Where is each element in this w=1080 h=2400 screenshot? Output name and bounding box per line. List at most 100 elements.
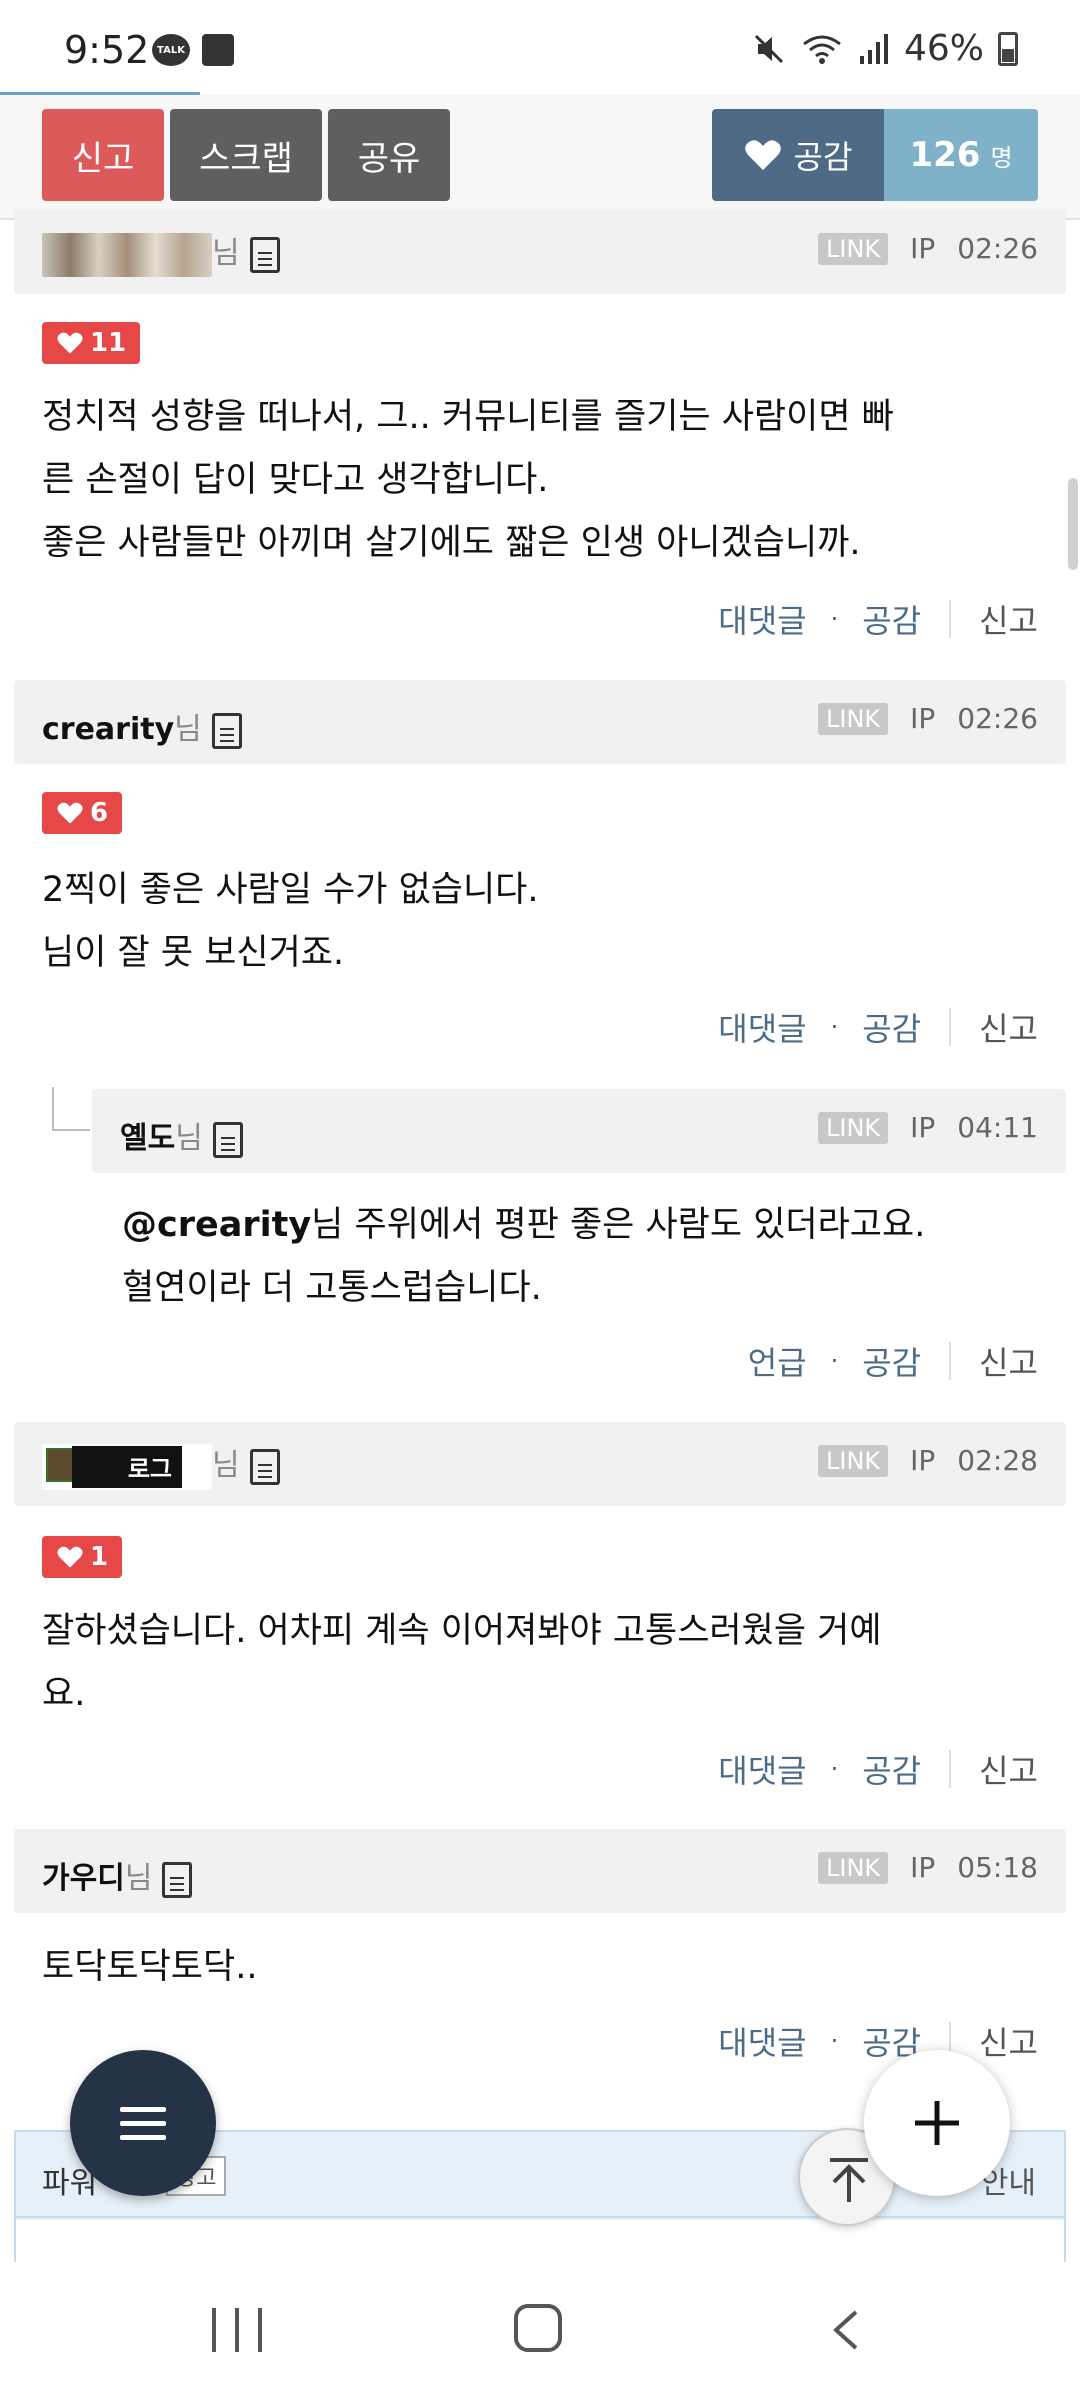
comment-author[interactable]: 님 xyxy=(42,228,280,277)
reply-header: 옐도님 LINK IP 04:11 xyxy=(92,1089,1066,1173)
report-button[interactable]: 신고 xyxy=(42,109,164,201)
reply-link[interactable]: 대댓글 xyxy=(718,2018,806,2064)
link-badge[interactable]: LINK xyxy=(818,1444,889,1477)
comment-like-count: 1 xyxy=(90,1542,109,1572)
comment-author[interactable]: 옐도님 xyxy=(120,1113,243,1158)
battery-percent: 46% xyxy=(903,28,984,69)
divider xyxy=(949,600,952,638)
comment-meta: LINK IP 02:26 xyxy=(818,232,1038,265)
document-icon[interactable] xyxy=(249,1448,280,1485)
link-badge[interactable]: LINK xyxy=(818,1851,889,1884)
comment-author[interactable]: 로그 님 xyxy=(42,1440,280,1490)
like-button[interactable]: 공감 xyxy=(712,109,884,201)
link-badge[interactable]: LINK xyxy=(818,702,889,735)
comment-line: 잘하셨습니다. 어차피 계속 이어져봐야 고통스러웠을 거예 xyxy=(42,1611,882,1651)
comment-like-count: 6 xyxy=(90,798,109,828)
battery-icon xyxy=(998,31,1018,66)
report-link[interactable]: 신고 xyxy=(979,596,1038,642)
separator-dot: · xyxy=(830,2027,839,2055)
report-link[interactable]: 신고 xyxy=(979,1746,1038,1792)
comment-body: 잘하셨습니다. 어차피 계속 이어져봐야 고통스러웠을 거예 요. xyxy=(42,1600,1042,1726)
recents-button[interactable] xyxy=(212,2308,262,2352)
comment-author-name: crearity xyxy=(42,712,175,747)
like-link[interactable]: 공감 xyxy=(862,596,921,642)
home-button[interactable] xyxy=(514,2304,562,2352)
comment-actions: 대댓글 · 공감 신고 xyxy=(718,2018,1038,2064)
separator-dot: · xyxy=(830,1347,839,1375)
comment-body: 토닥토닥토닥.. xyxy=(42,1936,1042,1999)
scrollbar-thumb[interactable] xyxy=(1068,478,1078,570)
like-count-unit: 명 xyxy=(990,143,1013,172)
post-toolbar: 신고 스크랩 공유 공감 126 명 xyxy=(0,95,1080,220)
divider xyxy=(949,1750,952,1788)
reply-link[interactable]: 대댓글 xyxy=(718,1004,806,1050)
power-link-body[interactable] xyxy=(16,2220,1064,2264)
back-button[interactable] xyxy=(828,2308,864,2352)
mention-action-link[interactable]: 언급 xyxy=(748,1338,807,1384)
reply-connector xyxy=(52,1087,90,1131)
share-button[interactable]: 공유 xyxy=(328,109,450,201)
report-link[interactable]: 신고 xyxy=(979,1338,1038,1384)
comment-header: 가우디님 LINK IP 05:18 xyxy=(14,1829,1066,1913)
ip-label: IP xyxy=(910,702,936,735)
comment-time: 05:18 xyxy=(957,1851,1038,1884)
like-link[interactable]: 공감 xyxy=(862,1746,921,1792)
hamburger-line xyxy=(120,2120,166,2126)
recents-icon-bar xyxy=(235,2308,239,2352)
comment-time: 02:28 xyxy=(957,1444,1038,1477)
document-icon[interactable] xyxy=(212,1121,243,1158)
comment-author[interactable]: crearity님 xyxy=(42,704,242,749)
comment-line: @crearity님 주위에서 평판 좋은 사람도 있더라고요. xyxy=(122,1194,1042,1257)
comment-meta: LINK IP 05:18 xyxy=(818,1851,1038,1884)
like-label: 공감 xyxy=(793,138,853,176)
document-icon[interactable] xyxy=(162,1861,193,1898)
document-icon[interactable] xyxy=(249,236,280,273)
separator-dot: · xyxy=(830,1013,839,1041)
report-link[interactable]: 신고 xyxy=(979,1004,1038,1050)
comment-line: 님이 잘 못 보신거죠. xyxy=(42,933,345,973)
reply-link[interactable]: 대댓글 xyxy=(718,596,806,642)
divider xyxy=(949,1008,952,1046)
comment-time: 02:26 xyxy=(957,702,1038,735)
divider xyxy=(949,1342,952,1380)
heart-icon xyxy=(57,1546,83,1568)
document-icon[interactable] xyxy=(211,712,242,749)
comment-author-name: 가우디 xyxy=(42,1861,125,1896)
signal-icon xyxy=(859,33,888,64)
comment-author[interactable]: 가우디님 xyxy=(42,1853,193,1898)
hamburger-line xyxy=(120,2134,166,2140)
comment-line: 토닥토닥토닥.. xyxy=(42,1947,258,1987)
avatar-logo-text: 로그 xyxy=(72,1445,182,1488)
scrap-button[interactable]: 스크랩 xyxy=(170,109,322,201)
system-nav-bar xyxy=(0,2262,1080,2400)
ip-label: IP xyxy=(910,1444,936,1477)
like-box: 공감 126 명 xyxy=(712,109,1038,201)
link-badge[interactable]: LINK xyxy=(818,1111,889,1144)
comment-header: 로그 님 LINK IP 02:28 xyxy=(14,1422,1066,1506)
comment-line: 른 손절이 답이 맞다고 생각합니다. xyxy=(42,460,549,500)
add-button[interactable] xyxy=(864,2050,1010,2196)
menu-button[interactable] xyxy=(70,2050,216,2196)
comment-line: 정치적 성향을 떠나서, 그.. 커뮤니티를 즐기는 사람이면 빠 xyxy=(42,397,894,437)
comment-header: 님 LINK IP 02:26 xyxy=(14,210,1066,294)
kakaotalk-icon: TALK xyxy=(152,34,190,66)
hamburger-line xyxy=(120,2106,166,2112)
like-link[interactable]: 공감 xyxy=(862,1338,921,1384)
comment-like-badge: 6 xyxy=(42,792,123,834)
comment-body: 2찍이 좋은 사람일 수가 없습니다. 님이 잘 못 보신거죠. xyxy=(42,859,1042,985)
ip-label: IP xyxy=(910,232,936,265)
comment-body: 정치적 성향을 떠나서, 그.. 커뮤니티를 즐기는 사람이면 빠 른 손절이 … xyxy=(42,386,1042,575)
heart-icon xyxy=(744,140,781,170)
mention-link[interactable]: @crearity xyxy=(122,1205,311,1245)
comment-like-badge: 1 xyxy=(42,1536,123,1578)
link-badge[interactable]: LINK xyxy=(818,232,889,265)
comment-line: 좋은 사람들만 아끼며 살기에도 짧은 인생 아니겠습니까. xyxy=(42,523,861,563)
comment-author-name: 옐도 xyxy=(120,1121,176,1156)
reply-link[interactable]: 대댓글 xyxy=(718,1746,806,1792)
like-link[interactable]: 공감 xyxy=(862,1004,921,1050)
user-avatar-logo: 로그 xyxy=(42,1443,212,1490)
reply-body: @crearity님 주위에서 평판 좋은 사람도 있더라고요. 혈연이라 더 … xyxy=(122,1194,1042,1320)
comment-line: 요. xyxy=(42,1674,86,1714)
report-link[interactable]: 신고 xyxy=(979,2018,1038,2064)
mute-icon xyxy=(754,34,784,63)
